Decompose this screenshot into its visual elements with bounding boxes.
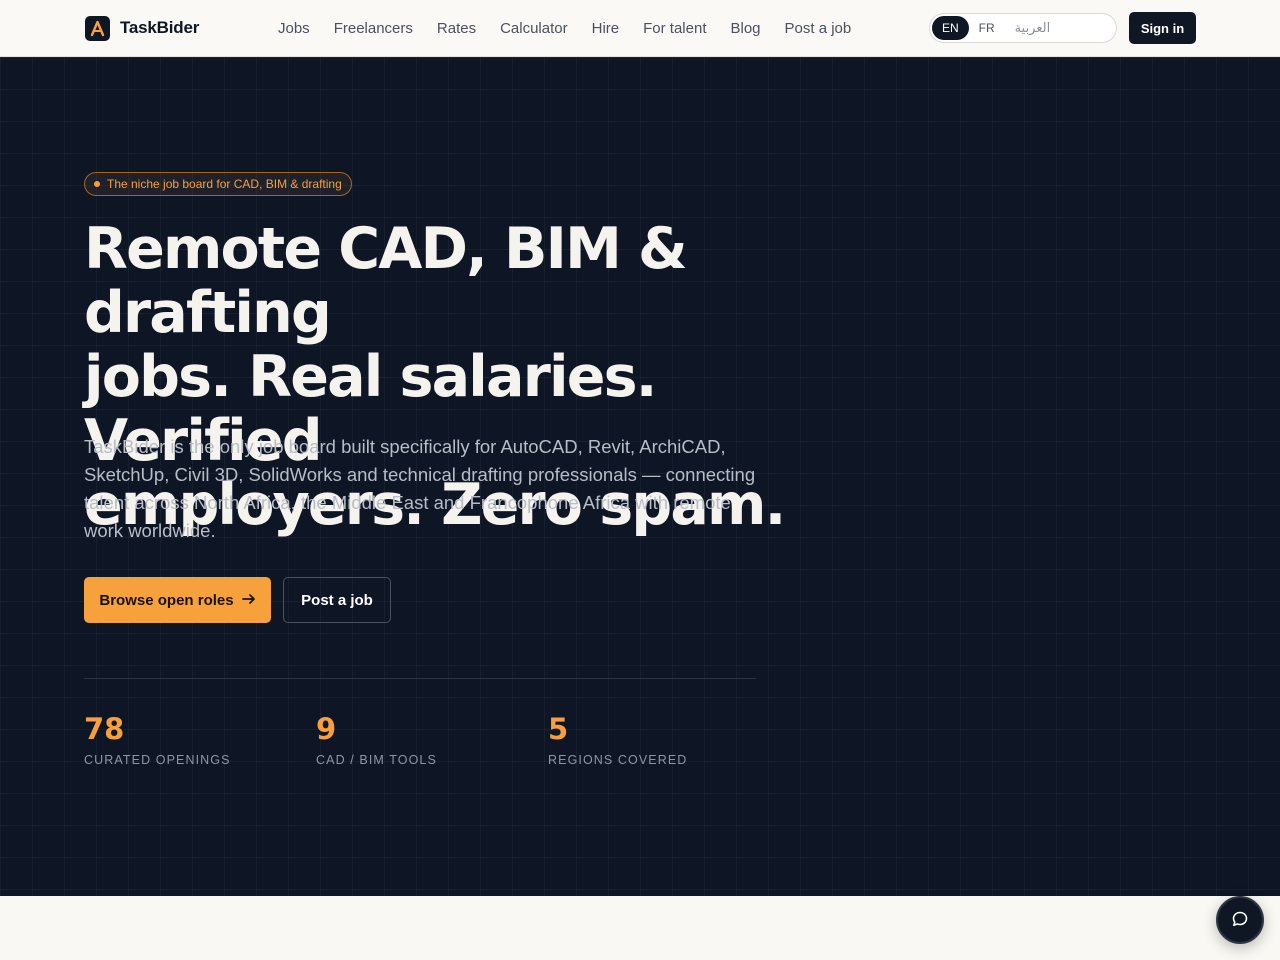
brand-name: TaskBider (120, 18, 200, 37)
stat-value: 5 (548, 712, 569, 746)
nav-link-hire[interactable]: Hire (592, 20, 620, 37)
hero-stats: 78 CURATED OPENINGS 9 CAD / BIM TOOLS 5 … (84, 711, 784, 771)
stat-label: CAD / BIM TOOLS (316, 753, 437, 767)
language-option-ar[interactable]: العربية (1005, 16, 1061, 40)
brand-logo-link[interactable]: TaskBider (85, 15, 199, 41)
stat-value: 9 (316, 712, 337, 746)
browse-open-roles-label: Browse open roles (99, 591, 234, 609)
post-a-job-button[interactable]: Post a job (283, 577, 391, 623)
nav-link-jobs[interactable]: Jobs (278, 20, 310, 37)
sign-in-button[interactable]: Sign in (1129, 12, 1196, 44)
main-nav: Jobs Freelancers Rates Calculator Hire F… (278, 17, 851, 39)
stat-value: 78 (84, 712, 125, 746)
stats-divider (84, 678, 756, 679)
stat-cad-bim-tools: 9 CAD / BIM TOOLS (316, 711, 437, 767)
nav-link-calculator[interactable]: Calculator (500, 20, 568, 37)
language-switcher: EN FR العربية (929, 13, 1117, 43)
chat-button[interactable] (1216, 896, 1264, 944)
brand-logo-icon (85, 15, 110, 41)
nav-link-freelancers[interactable]: Freelancers (334, 20, 413, 37)
hero-description: TaskBider is the only job board built sp… (84, 436, 756, 541)
stat-label: CURATED OPENINGS (84, 753, 231, 767)
badge-text: The niche job board for CAD, BIM & draft… (107, 177, 342, 191)
arrow-right-icon (241, 592, 256, 609)
nav-link-blog[interactable]: Blog (731, 20, 761, 37)
stat-curated-openings: 78 CURATED OPENINGS (84, 711, 231, 767)
language-option-en[interactable]: EN (932, 16, 969, 40)
nav-link-for-talent[interactable]: For talent (643, 20, 706, 37)
nav-link-rates[interactable]: Rates (437, 20, 476, 37)
headline-line-1: Remote CAD, BIM & drafting (84, 216, 688, 346)
stat-label: REGIONS COVERED (548, 753, 688, 767)
hero-cta-group: Browse open roles Post a job (84, 577, 391, 623)
top-navigation-bar: TaskBider Jobs Freelancers Rates Calcula… (0, 0, 1280, 57)
browse-open-roles-button[interactable]: Browse open roles (84, 577, 271, 623)
language-option-fr[interactable]: FR (969, 16, 1005, 40)
nav-link-post-a-job[interactable]: Post a job (785, 20, 852, 37)
chat-bubble-icon (1231, 910, 1249, 931)
niche-badge: The niche job board for CAD, BIM & draft… (84, 172, 352, 196)
badge-dot-icon (94, 181, 100, 187)
hero-section: The niche job board for CAD, BIM & draft… (0, 57, 1280, 896)
stat-regions-covered: 5 REGIONS COVERED (548, 711, 687, 767)
